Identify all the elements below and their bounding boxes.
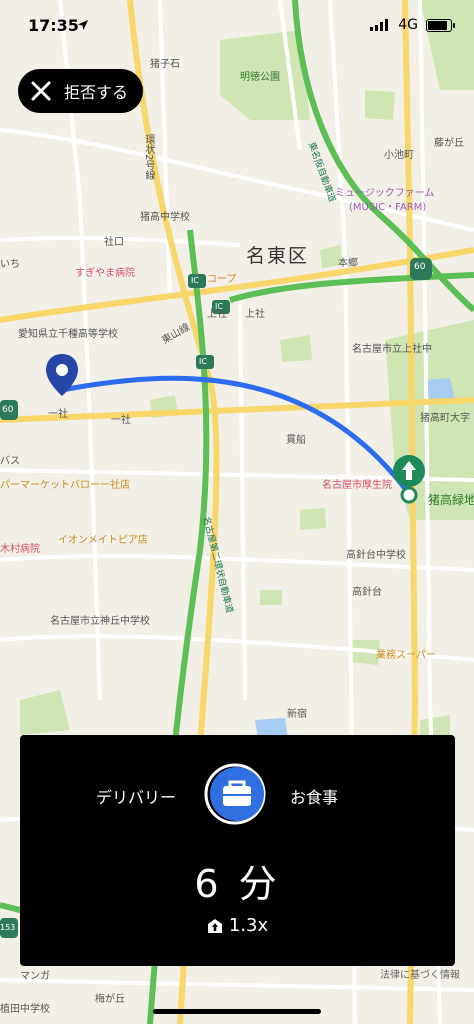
- map-label-welfare: 名古屋市厚生院: [322, 480, 392, 491]
- ic-label-2: IC: [215, 302, 223, 311]
- map-label-bus: バス: [0, 456, 20, 467]
- map-label-meitoku-park: 明徳公園: [240, 72, 280, 83]
- route-shield-60b: 60: [2, 405, 14, 415]
- map-label-uechi2: 上社: [245, 309, 265, 320]
- signal-bars-icon: [370, 19, 389, 31]
- map-label-manga: マンガ: [20, 971, 50, 982]
- route-shield-60: 60: [414, 262, 426, 272]
- ic-label-1: IC: [191, 276, 199, 285]
- category-label: お食事: [290, 788, 339, 807]
- map-label-sugiyama-hospital: すぎやま病院: [75, 268, 135, 279]
- map-label-yashirokuchi: 社口: [104, 237, 124, 248]
- pickup-pin-icon[interactable]: [44, 352, 80, 398]
- status-time: 17:35: [28, 16, 79, 35]
- home-indicator[interactable]: [153, 1009, 321, 1014]
- status-bar: 17:35 4G: [0, 0, 474, 44]
- map-label-inotaka-jhs: 猪高中学校: [140, 212, 190, 223]
- eta-unit: 分: [238, 862, 281, 906]
- network-type: 4G: [398, 17, 418, 33]
- map-label-supermarket: パーマーケットバロー一社店: [0, 480, 130, 491]
- map-label-aeon: イオンメイトピア店: [58, 535, 148, 546]
- delivery-bag-icon: [204, 763, 266, 825]
- reject-label: 拒否する: [64, 83, 129, 102]
- close-icon: [31, 81, 51, 101]
- map-label-fujigaoka: 藤が丘: [434, 138, 464, 149]
- map-label-kanjo2: 環状2号線: [143, 134, 154, 181]
- map-label-music-farm-en: (MUSIC・FARM): [349, 202, 427, 213]
- map-label-hongo: 本郷: [338, 258, 358, 269]
- map-label-inokoishi: 猪子石: [150, 59, 180, 70]
- map-label-kamioka-jhs: 名古屋市立神丘中学校: [50, 616, 150, 627]
- battery-icon: [426, 18, 455, 32]
- map-label-takabaridai-jhs: 高針台中学校: [346, 550, 406, 561]
- map-label-issha-station: 一社: [48, 409, 68, 420]
- map-label-district: 名東区: [246, 245, 310, 267]
- reject-button[interactable]: 拒否する: [18, 69, 143, 113]
- map-label-inotaka-green: 猪高緑地: [428, 493, 474, 507]
- map-label-inotaka-univ: 猪高町大字: [420, 413, 470, 424]
- map-label-chikusa-hs: 愛知県立千種高等学校: [18, 329, 118, 340]
- ic-label-3: IC: [199, 357, 207, 366]
- map-label-coop: コープ: [207, 274, 237, 285]
- map-label-koike: 小池町: [384, 150, 414, 161]
- trip-request-card[interactable]: デリバリー お食事 6 分 1.3x: [20, 735, 455, 966]
- location-arrow-icon: [78, 20, 88, 30]
- surge-icon: [207, 918, 222, 933]
- map-label-umegaoka: 梅が丘: [95, 994, 125, 1005]
- map-label-shinjuku: 新宿: [287, 709, 307, 720]
- map-label-ueda-jhs: 植田中学校: [0, 1004, 50, 1015]
- map-label-kimura: 木村病院: [0, 544, 40, 555]
- eta-value: 6: [194, 862, 223, 906]
- surge-multiplier: 1.3x: [20, 915, 455, 936]
- map-label-uechi-jhs: 名古屋市立上社中: [352, 344, 432, 355]
- dropoff-marker-icon[interactable]: [391, 453, 427, 507]
- map-label-takabaridai: 高針台: [352, 587, 382, 598]
- map-label-gyomu: 業務スーパー: [376, 650, 436, 661]
- map-label-music-farm: ミュージックファーム: [335, 188, 435, 199]
- trip-type-label: デリバリー: [96, 788, 177, 807]
- map-label-kanda: 貫船: [286, 435, 306, 446]
- route-shield-153: 153: [0, 923, 16, 932]
- eta: 6 分: [20, 853, 455, 908]
- legal-link[interactable]: 法律に基づく情報: [380, 966, 460, 981]
- battery-fill: [428, 20, 447, 30]
- surge-value: 1.3x: [228, 915, 269, 936]
- map-label-ocha: いち: [0, 259, 20, 270]
- map-label-issha: 一社: [111, 415, 131, 426]
